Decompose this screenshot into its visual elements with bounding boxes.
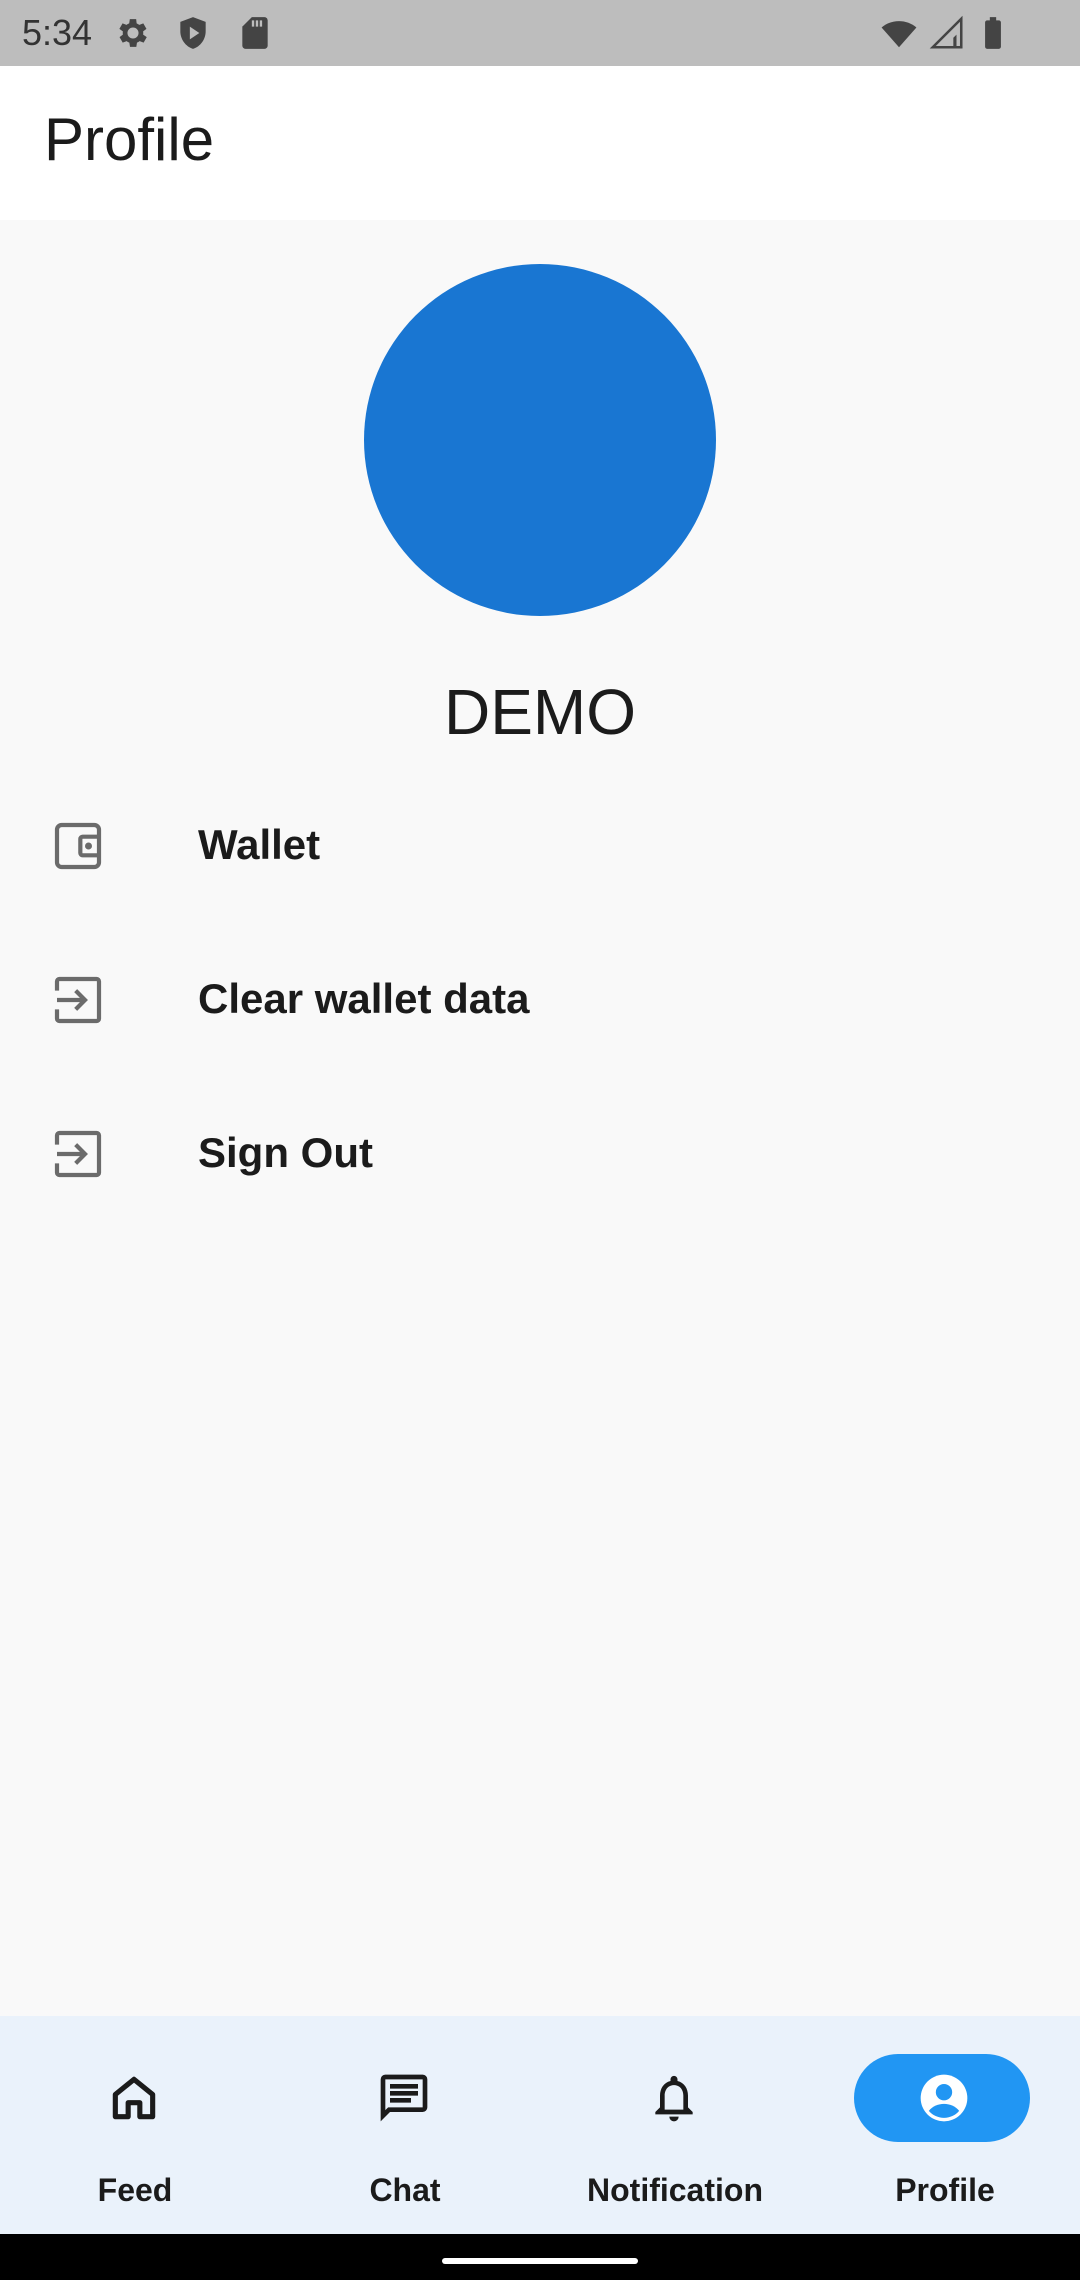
battery-icon [985,17,1001,49]
chat-icon [380,2074,428,2122]
nav-item-profile[interactable]: Profile [810,2016,1080,2234]
menu-label-clear-wallet-data: Clear wallet data [198,975,530,1022]
menu-item-sign-out[interactable]: Sign Out [0,1076,1080,1230]
nav-label-profile: Profile [895,2172,995,2208]
wifi-icon [881,21,917,48]
nav-label-notification: Notification [587,2172,763,2208]
bell-icon [655,2075,693,2122]
gesture-handle[interactable] [442,2258,638,2264]
sd-card-icon [242,17,268,49]
account-circle-icon [920,2074,968,2122]
nav-item-feed[interactable]: Feed [0,2016,270,2234]
signal-icon [929,15,963,49]
status-bar: 5:34 [0,0,1080,66]
menu-item-wallet[interactable]: Wallet [0,768,1080,922]
login-arrow-icon [54,1130,102,1178]
status-time: 5:34 [22,12,93,53]
gear-icon [119,19,147,47]
home-icon [112,2076,156,2120]
profile-name: DEMO [444,676,636,748]
menu-label-wallet: Wallet [198,821,321,868]
login-arrow-icon [54,976,102,1024]
page-title: Profile [44,106,215,173]
nav-label-chat: Chat [369,2172,441,2208]
wallet-icon [54,822,102,870]
app-bar: Profile [0,66,1080,220]
shield-play-icon [180,17,206,49]
nav-item-chat[interactable]: Chat [270,2016,540,2234]
menu-label-sign-out: Sign Out [198,1129,373,1176]
avatar[interactable] [364,264,716,616]
gesture-navigation-area [0,2234,1080,2280]
menu-item-clear-wallet-data[interactable]: Clear wallet data [0,922,1080,1076]
bottom-navigation-bar: Feed Chat Notification Profile [0,2016,1080,2234]
nav-item-notification[interactable]: Notification [540,2016,810,2234]
nav-label-feed: Feed [97,2172,173,2208]
profile-screen: 5:34 Profile DEMO Wallet Clear wallet da… [0,0,1080,2280]
